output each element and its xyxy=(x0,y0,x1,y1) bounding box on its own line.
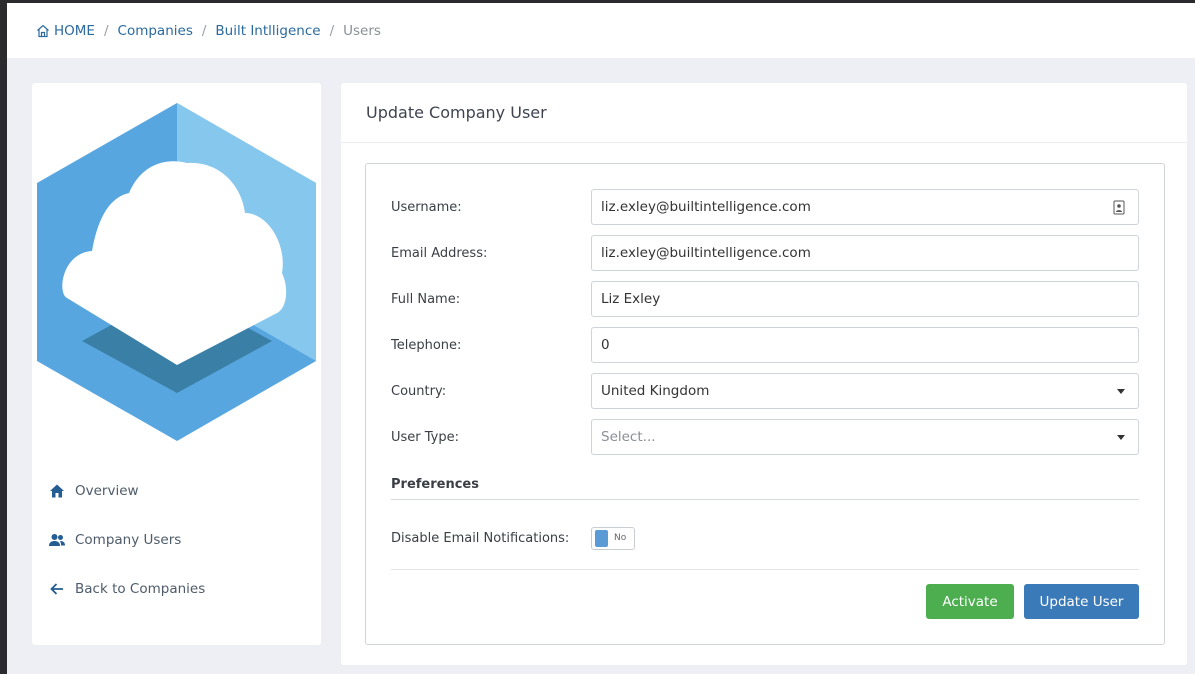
divider xyxy=(391,569,1139,570)
full-name-label: Full Name: xyxy=(391,291,461,307)
telephone-label: Telephone: xyxy=(391,337,462,353)
preferences-heading: Preferences xyxy=(391,477,479,492)
user-form: Username: liz.exley@builtintelligence.co… xyxy=(365,163,1165,645)
sidebar-item-company-users[interactable]: Company Users xyxy=(48,530,205,550)
breadcrumb-separator: / xyxy=(103,23,109,39)
home-icon xyxy=(48,482,66,500)
toggle-state-text: No xyxy=(614,533,627,543)
sidebar-item-label: Back to Companies xyxy=(75,581,206,597)
divider xyxy=(341,142,1187,143)
disable-email-row: Disable Email Notifications: No xyxy=(391,527,635,550)
sidebar-item-back-to-companies[interactable]: Back to Companies xyxy=(48,579,205,599)
divider xyxy=(391,499,1139,500)
full-name-input[interactable]: Liz Exley xyxy=(591,281,1139,317)
user-type-row: User Type: Select... xyxy=(391,419,1139,455)
email-input[interactable]: liz.exley@builtintelligence.com xyxy=(591,235,1139,271)
home-icon[interactable] xyxy=(36,24,50,38)
activate-button[interactable]: Activate xyxy=(926,584,1014,619)
country-select[interactable]: United Kingdom xyxy=(591,373,1139,409)
sidebar-item-label: Overview xyxy=(75,483,139,499)
breadcrumb-current: Users xyxy=(343,23,381,39)
users-icon xyxy=(48,531,66,549)
sidebar-nav: Overview Company Users Back to Companies xyxy=(48,481,205,628)
full-name-value: Liz Exley xyxy=(601,291,661,307)
top-bar: HOME / Companies / Built Intlligence / U… xyxy=(7,3,1195,58)
arrow-left-icon xyxy=(48,580,66,598)
update-user-button[interactable]: Update User xyxy=(1024,584,1139,619)
breadcrumb: HOME / Companies / Built Intlligence / U… xyxy=(36,23,381,39)
email-label: Email Address: xyxy=(391,245,488,261)
breadcrumb-home-link[interactable]: HOME xyxy=(54,23,95,39)
sidebar-item-label: Company Users xyxy=(75,532,182,548)
full-name-row: Full Name: Liz Exley xyxy=(391,281,1139,317)
app-window: HOME / Companies / Built Intlligence / U… xyxy=(7,3,1195,674)
disable-email-label: Disable Email Notifications: xyxy=(391,531,570,546)
user-type-placeholder: Select... xyxy=(601,429,656,445)
breadcrumb-separator: / xyxy=(329,23,335,39)
breadcrumb-companies-link[interactable]: Companies xyxy=(118,23,193,39)
email-row: Email Address: liz.exley@builtintelligen… xyxy=(391,235,1139,271)
country-value: United Kingdom xyxy=(601,383,710,399)
contact-card-icon[interactable] xyxy=(1113,200,1125,215)
telephone-row: Telephone: 0 xyxy=(391,327,1139,363)
disable-email-toggle[interactable]: No xyxy=(591,527,635,550)
email-value: liz.exley@builtintelligence.com xyxy=(601,245,811,261)
chevron-down-icon xyxy=(1117,389,1125,394)
toggle-knob xyxy=(595,530,608,547)
chevron-down-icon xyxy=(1117,435,1125,440)
username-value: liz.exley@builtintelligence.com xyxy=(601,199,811,215)
sidebar-item-overview[interactable]: Overview xyxy=(48,481,205,501)
update-user-card: Update Company User Username: liz.exley@… xyxy=(341,83,1187,665)
user-type-label: User Type: xyxy=(391,429,460,445)
card-title: Update Company User xyxy=(366,103,547,122)
company-logo xyxy=(37,103,316,441)
breadcrumb-company-link[interactable]: Built Intlligence xyxy=(215,23,320,39)
company-sidebar-card: Overview Company Users Back to Companies xyxy=(32,83,321,645)
username-input[interactable]: liz.exley@builtintelligence.com xyxy=(591,189,1139,225)
user-type-select[interactable]: Select... xyxy=(591,419,1139,455)
country-row: Country: United Kingdom xyxy=(391,373,1139,409)
telephone-input[interactable]: 0 xyxy=(591,327,1139,363)
username-row: Username: liz.exley@builtintelligence.co… xyxy=(391,189,1139,225)
telephone-value: 0 xyxy=(601,337,610,353)
username-label: Username: xyxy=(391,199,462,215)
breadcrumb-separator: / xyxy=(201,23,207,39)
country-label: Country: xyxy=(391,383,447,399)
